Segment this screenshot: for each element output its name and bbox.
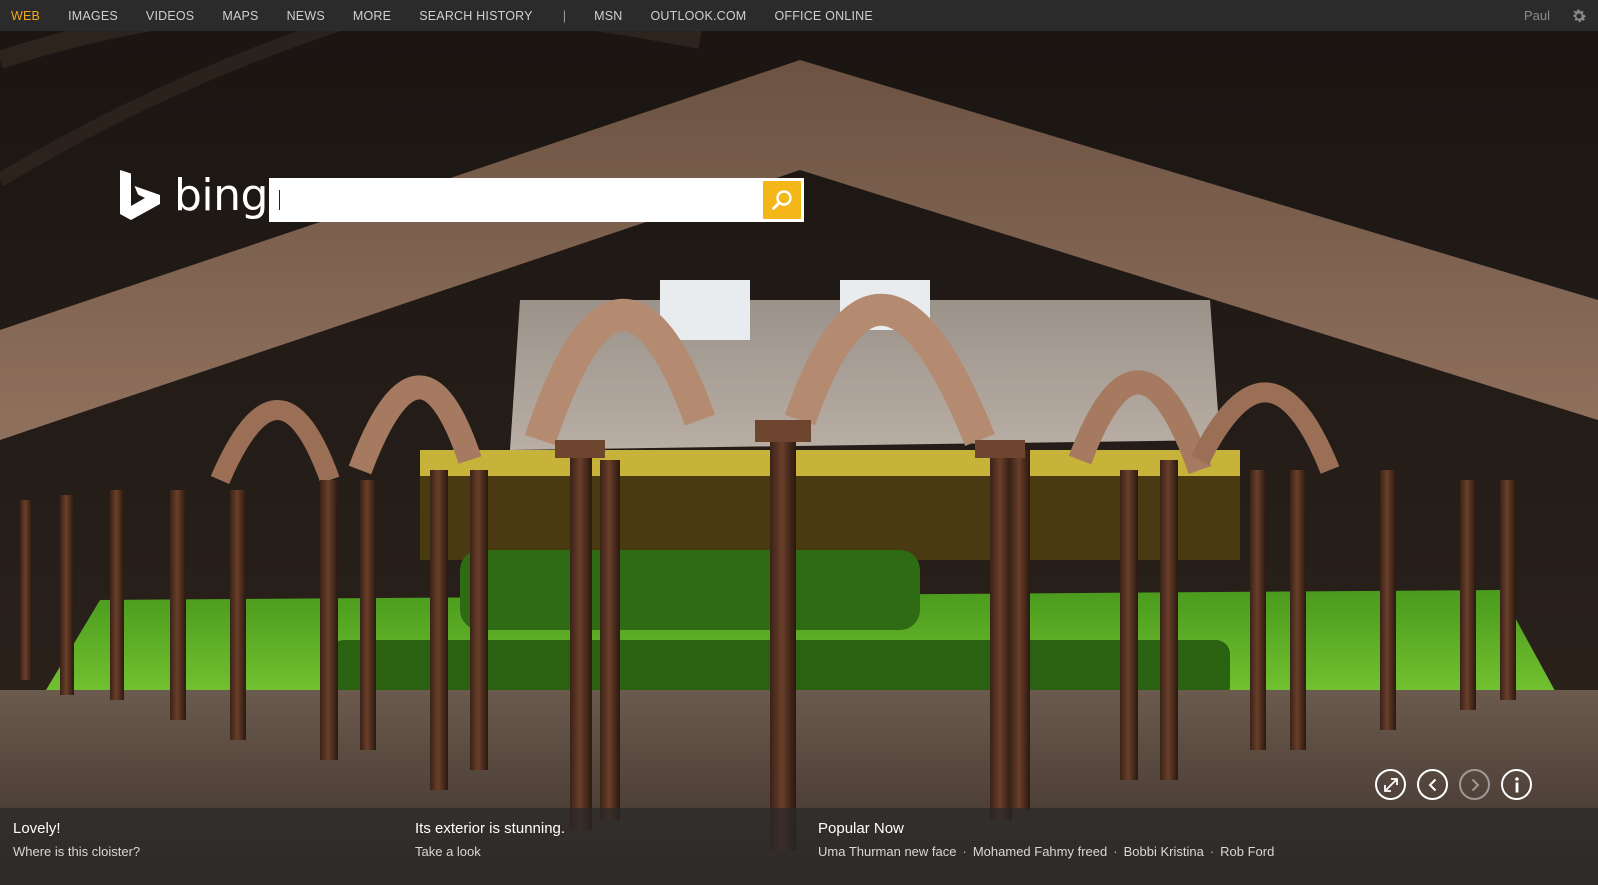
next-image-button[interactable] <box>1459 769 1490 800</box>
popular-now-list: Uma Thurman new face · Mohamed Fahmy fre… <box>818 844 1274 859</box>
bing-logo-icon <box>120 170 160 220</box>
nav-web[interactable]: WEB <box>11 9 40 23</box>
nav-office-online[interactable]: OFFICE ONLINE <box>774 9 872 23</box>
popular-item[interactable]: Rob Ford <box>1220 844 1274 859</box>
bullet-separator: · <box>1209 844 1215 859</box>
hotspot-2-title: Its exterior is stunning. <box>415 820 566 837</box>
hotspot-2[interactable]: Its exterior is stunning. Take a look <box>415 820 565 859</box>
popular-item[interactable]: Mohamed Fahmy freed <box>973 844 1107 859</box>
info-icon <box>1514 776 1519 792</box>
nav-separator: | <box>562 8 567 23</box>
hotspot-1[interactable]: Lovely! Where is this cloister? <box>13 820 140 859</box>
search-input[interactable] <box>269 178 759 222</box>
nav-more[interactable]: MORE <box>353 9 391 23</box>
search-button[interactable] <box>763 181 801 219</box>
popular-now: Popular Now Uma Thurman new face · Moham… <box>818 820 1274 859</box>
nav-news[interactable]: NEWS <box>287 9 325 23</box>
nav-user-area: Paul <box>1524 0 1598 31</box>
hotspot-2-link[interactable]: Take a look <box>415 844 565 859</box>
hotspot-1-link[interactable]: Where is this cloister? <box>13 844 140 859</box>
top-nav-bar: WEB IMAGES VIDEOS MAPS NEWS MORE SEARCH … <box>0 0 1598 31</box>
expand-button[interactable] <box>1375 769 1406 800</box>
user-name[interactable]: Paul <box>1524 8 1550 23</box>
bing-homepage: WEB IMAGES VIDEOS MAPS NEWS MORE SEARCH … <box>0 0 1598 885</box>
nav-videos[interactable]: VIDEOS <box>146 9 194 23</box>
nav-images[interactable]: IMAGES <box>68 9 118 23</box>
popular-item[interactable]: Bobbi Kristina <box>1124 844 1204 859</box>
magnifier-icon <box>772 190 792 210</box>
gear-icon[interactable] <box>1570 7 1588 25</box>
nav-msn[interactable]: MSN <box>594 9 622 23</box>
nav-search-history[interactable]: SEARCH HISTORY <box>419 9 532 23</box>
bing-logo[interactable]: bing <box>120 170 268 222</box>
hotspot-1-title: Lovely! <box>13 820 61 837</box>
text-caret <box>279 190 280 210</box>
nav-outlook[interactable]: OUTLOOK.COM <box>650 9 746 23</box>
background-image <box>0 0 1598 885</box>
bullet-separator: · <box>962 844 967 859</box>
chevron-right-icon <box>1471 778 1479 791</box>
chevron-left-icon <box>1428 778 1436 791</box>
nav-maps[interactable]: MAPS <box>222 9 258 23</box>
bullet-separator: · <box>1113 844 1118 859</box>
search-box <box>269 178 804 222</box>
popular-now-title: Popular Now <box>818 820 904 837</box>
info-button[interactable] <box>1501 769 1532 800</box>
expand-icon <box>1383 777 1398 792</box>
bottom-bar: Lovely! Where is this cloister? Its exte… <box>0 808 1598 885</box>
previous-image-button[interactable] <box>1417 769 1448 800</box>
popular-item[interactable]: Uma Thurman new face <box>818 844 957 859</box>
image-controls <box>1375 769 1532 800</box>
bing-logo-text: bing <box>174 170 268 221</box>
